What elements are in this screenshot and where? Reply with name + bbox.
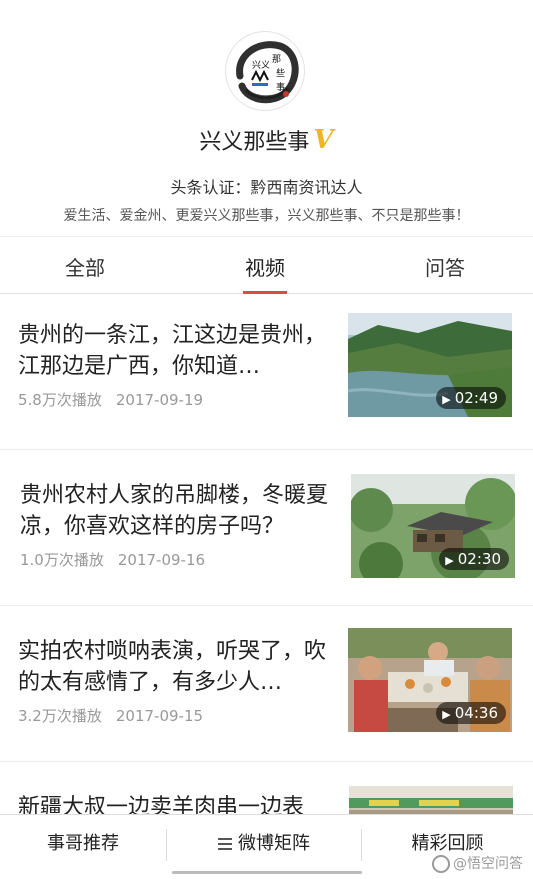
tab-label: 问答	[425, 256, 465, 280]
bottom-menu-bar: 事哥推荐 微博矩阵 精彩回顾 @悟空问答	[0, 814, 533, 879]
wukong-logo-icon	[432, 855, 450, 873]
video-duration: ▶ 04:36	[436, 702, 506, 724]
video-item[interactable]: 实拍农村唢呐表演，听哭了，吹的太有感情了，有多少人… 3.2万次播放 2017-0…	[0, 606, 533, 762]
market-stall-image	[349, 786, 513, 814]
publish-date: 2017-09-19	[115, 391, 204, 409]
video-title: 贵州农村人家的吊脚楼，冬暖夏凉，你喜欢这样的房子吗？	[20, 483, 329, 539]
profile-motto: 爱生活、爱金州、更爱兴义那些事，兴义那些事、不只是那些事！	[63, 208, 470, 224]
menu-label: 事哥推荐	[47, 833, 119, 854]
svg-text:兴义: 兴义	[252, 60, 270, 71]
publish-date: 2017-09-15	[115, 707, 204, 725]
tab-qa[interactable]: 问答	[385, 237, 505, 294]
tab-video[interactable]: 视频	[205, 237, 325, 294]
menu-recommend-button[interactable]: 事哥推荐	[0, 815, 166, 873]
wukong-watermark: @悟空问答	[432, 853, 523, 873]
menu-label: 精彩回顾	[411, 833, 484, 854]
video-title: 实拍农村唢呐表演，听哭了，吹的太有感情了，有多少人…	[18, 639, 327, 695]
profile-name: 兴义那些事	[199, 130, 310, 155]
svg-text:些: 些	[276, 67, 285, 79]
video-thumbnail[interactable]: ▶ 02:49	[348, 313, 512, 417]
video-item[interactable]: 贵州农村人家的吊脚楼，冬暖夏凉，你喜欢这样的房子吗？ 1.0万次播放 2017-0…	[0, 450, 533, 606]
verified-badge-icon: V	[313, 125, 334, 155]
video-meta: 5.8万次播放 2017-09-19	[18, 389, 203, 410]
video-duration: ▶ 02:49	[436, 387, 506, 409]
home-indicator	[172, 871, 362, 874]
profile-header: 兴义 那 些 事 兴义那些事 V 头条认证：黔西南资讯达人 爱生活、爱金州、更爱兴…	[0, 0, 533, 236]
play-icon: ▶	[442, 393, 451, 406]
profile-name-row: 兴义那些事 V	[0, 124, 533, 156]
video-title: 贵州的一条江，江这边是贵州，江那边是广西，你知道…	[18, 323, 327, 379]
svg-text:那: 那	[272, 54, 281, 65]
tab-all[interactable]: 全部	[25, 237, 145, 294]
view-count: 1.0万次播放	[20, 551, 104, 569]
play-icon: ▶	[445, 554, 454, 567]
video-duration: ▶ 02:30	[439, 548, 509, 570]
profile-certification: 头条认证：黔西南资讯达人	[170, 178, 363, 197]
video-thumbnail[interactable]: ▶ 02:30	[351, 474, 515, 578]
video-feed: 贵州的一条江，江这边是贵州，江那边是广西，你知道… 5.8万次播放 2017-09…	[0, 294, 533, 814]
play-icon: ▶	[442, 708, 451, 721]
tab-label: 全部	[65, 256, 105, 280]
video-title: 新疆大叔一边卖羊肉串一边表	[18, 795, 305, 814]
profile-avatar[interactable]: 兴义 那 些 事	[225, 31, 305, 111]
video-meta: 1.0万次播放 2017-09-16	[20, 549, 205, 570]
content-tabs: 全部 视频 问答	[0, 236, 533, 294]
menu-label: 微博矩阵	[238, 833, 310, 854]
video-item[interactable]: 贵州的一条江，江这边是贵州，江那边是广西，你知道… 5.8万次播放 2017-09…	[0, 294, 533, 450]
video-thumbnail[interactable]: ▶ 04:36	[348, 628, 512, 732]
view-count: 3.2万次播放	[18, 707, 102, 725]
view-count: 5.8万次播放	[18, 391, 102, 409]
avatar-logo-icon: 兴义 那 些 事	[236, 41, 299, 104]
video-thumbnail[interactable]	[349, 786, 513, 814]
video-meta: 3.2万次播放 2017-09-15	[18, 705, 203, 726]
menu-weibo-matrix-button[interactable]: 微博矩阵	[167, 815, 361, 873]
menu-list-icon	[218, 835, 232, 853]
svg-text:事: 事	[276, 81, 285, 93]
video-item[interactable]: 新疆大叔一边卖羊肉串一边表	[0, 762, 533, 814]
publish-date: 2017-09-16	[117, 551, 206, 569]
tab-label: 视频	[245, 256, 285, 280]
